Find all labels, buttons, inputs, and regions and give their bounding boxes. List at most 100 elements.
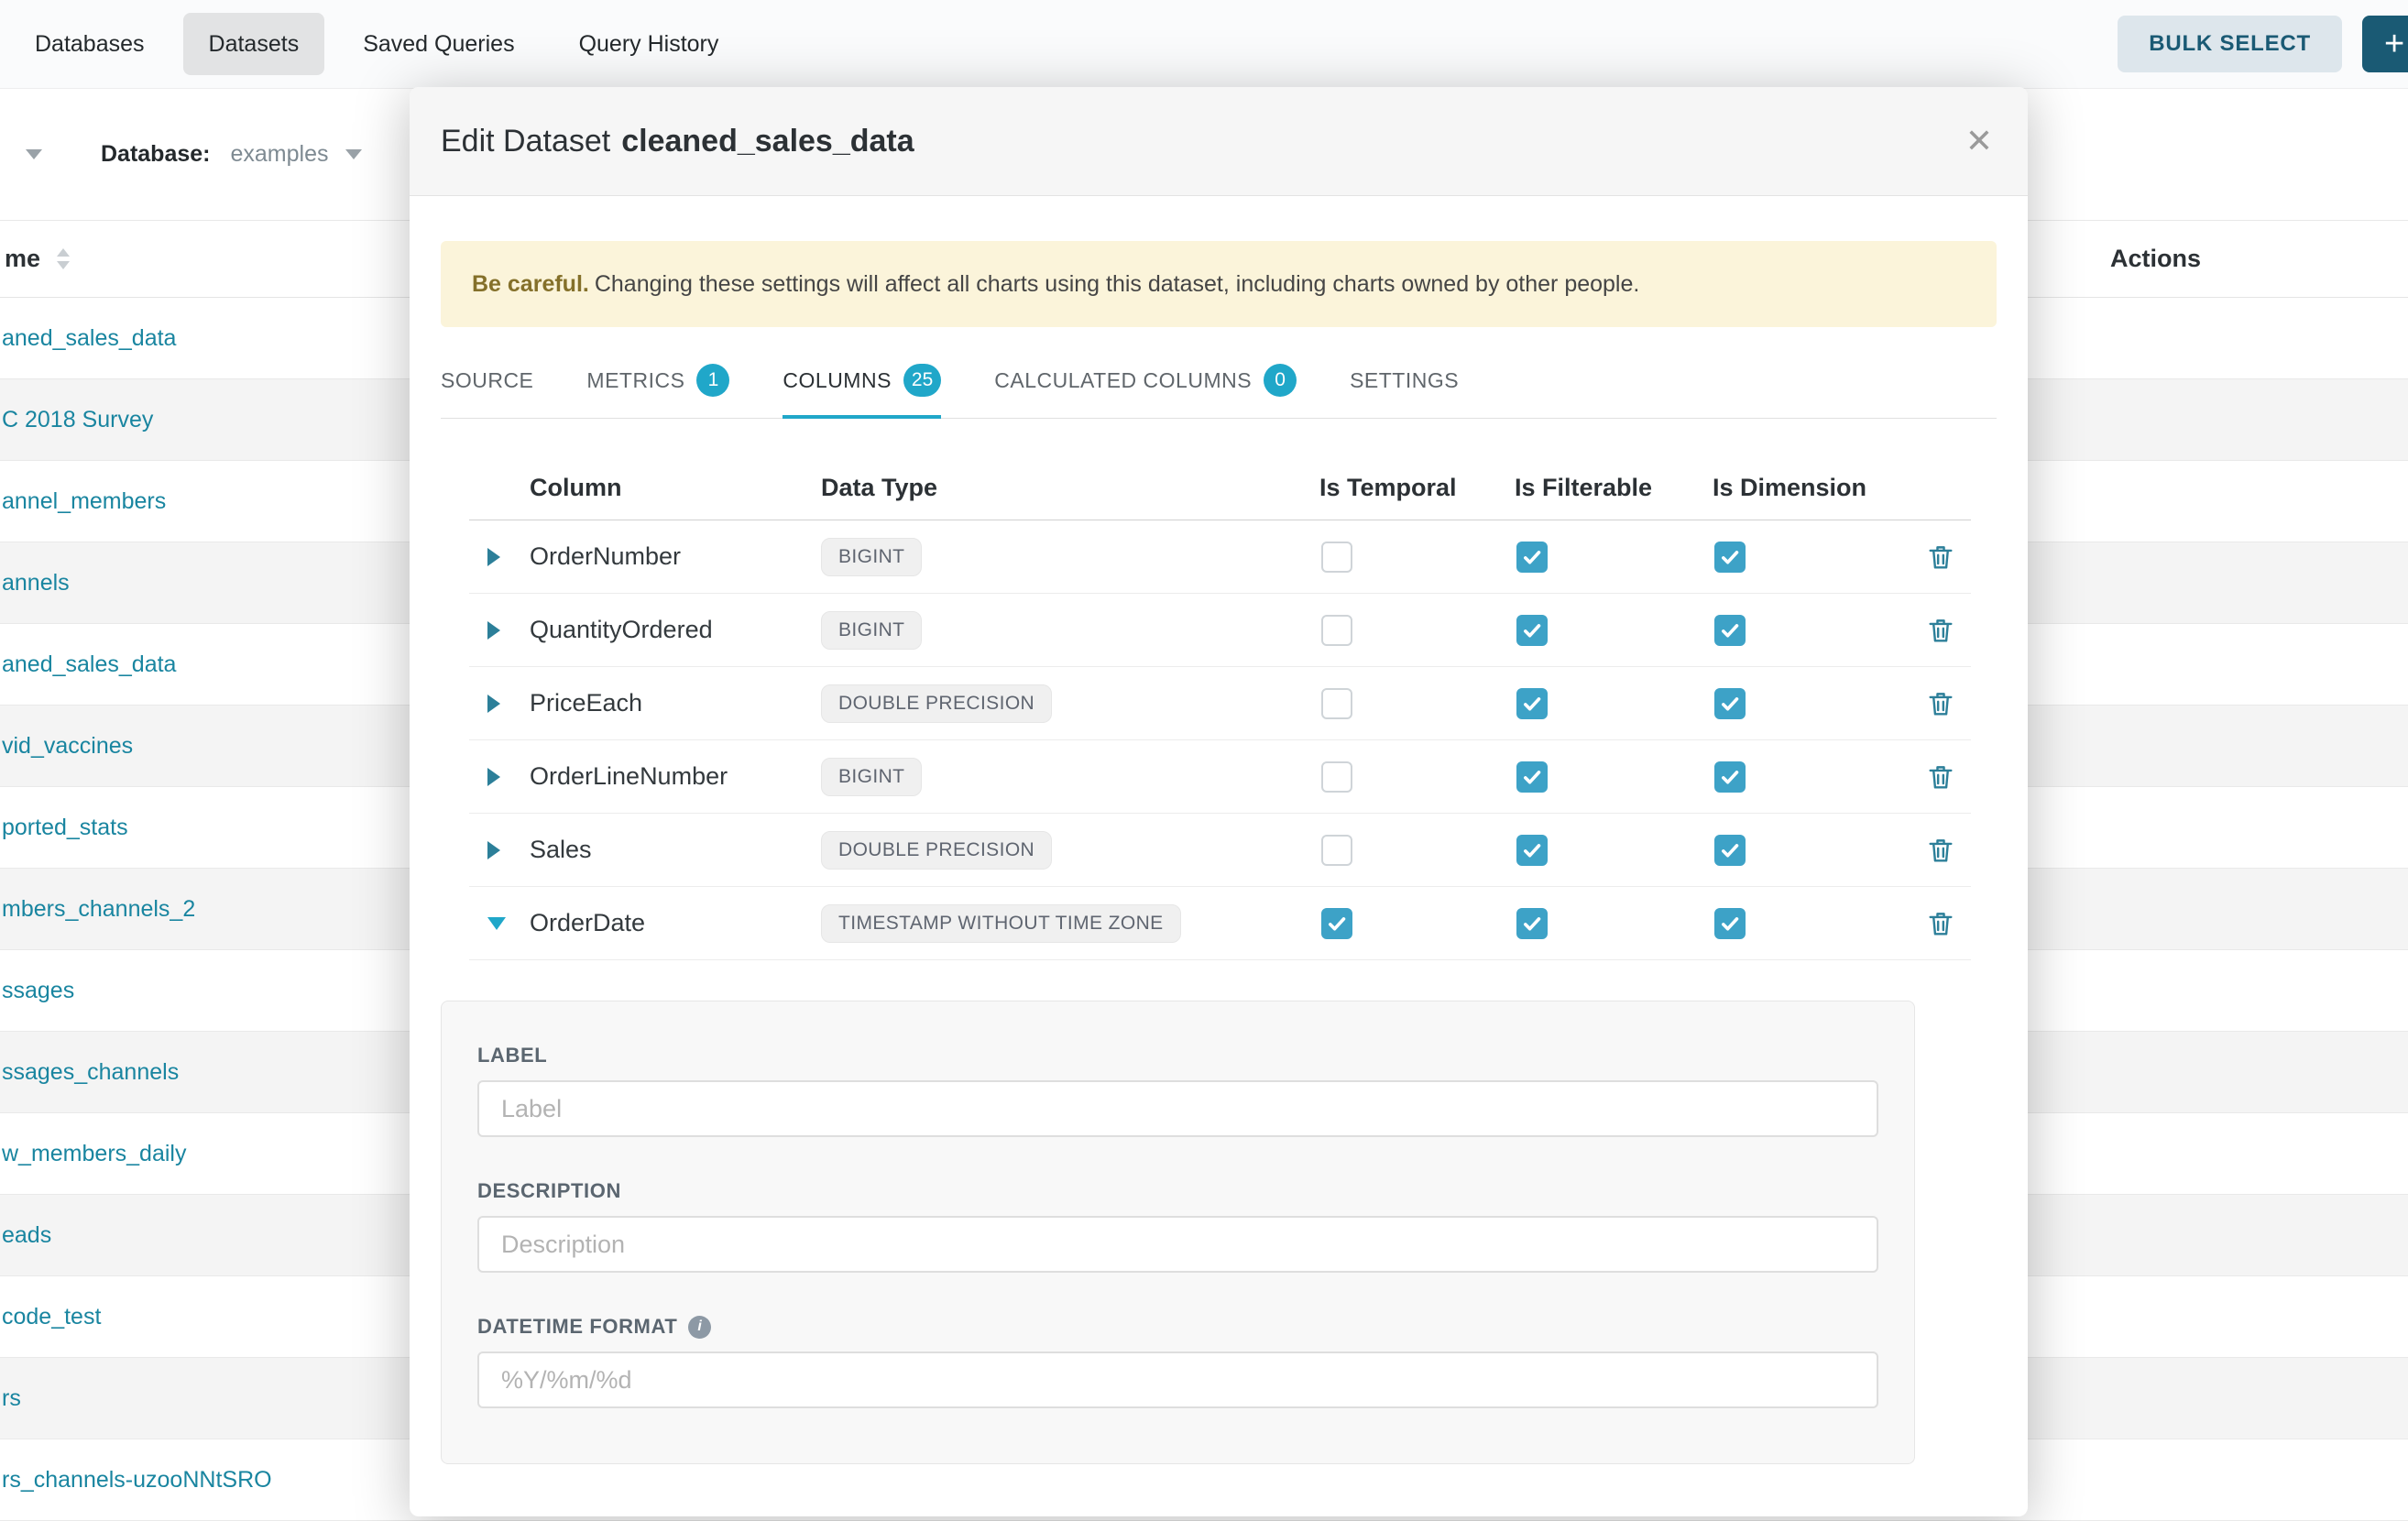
- delete-icon[interactable]: [1925, 835, 1956, 866]
- column-name: OrderDate: [530, 909, 821, 937]
- is-filterable-checkbox[interactable]: [1516, 542, 1548, 573]
- delete-icon[interactable]: [1925, 761, 1956, 793]
- add-dataset-button[interactable]: +: [2362, 16, 2408, 72]
- chevron-down-icon[interactable]: [345, 149, 362, 159]
- datetime-format-field-label: DATETIME FORMAT: [477, 1315, 1878, 1339]
- modal-title-prefix: Edit Dataset: [441, 124, 610, 159]
- is-dimension-checkbox[interactable]: [1714, 761, 1746, 793]
- is-filterable-checkbox[interactable]: [1516, 908, 1548, 939]
- plus-icon: +: [2384, 25, 2404, 64]
- is-dimension-checkbox[interactable]: [1714, 908, 1746, 939]
- is-temporal-checkbox[interactable]: [1321, 688, 1352, 719]
- columns-table-rows: OrderNumberBIGINTQuantityOrderedBIGINTPr…: [469, 520, 1971, 960]
- data-type-pill: BIGINT: [821, 611, 922, 650]
- info-icon[interactable]: [688, 1316, 711, 1339]
- columns-count-badge: 25: [903, 364, 941, 397]
- expand-caret-icon[interactable]: [487, 695, 500, 713]
- warning-banner: Be careful.Changing these settings will …: [441, 241, 1997, 327]
- dataset-link[interactable]: annel_members: [2, 488, 166, 515]
- dataset-link[interactable]: ported_stats: [2, 815, 128, 841]
- dataset-link[interactable]: eads: [2, 1222, 51, 1249]
- dataset-link[interactable]: ssages_channels: [2, 1059, 179, 1086]
- column-name: QuantityOrdered: [530, 616, 821, 644]
- column-row: SalesDOUBLE PRECISION: [469, 814, 1971, 887]
- delete-icon[interactable]: [1925, 615, 1956, 646]
- expand-caret-icon[interactable]: [487, 841, 500, 859]
- is-filterable-checkbox[interactable]: [1516, 761, 1548, 793]
- is-temporal-checkbox[interactable]: [1321, 542, 1352, 573]
- top-nav-actions: BULK SELECT +: [2118, 16, 2408, 72]
- dataset-link[interactable]: ssages: [2, 978, 74, 1004]
- dataset-link[interactable]: rs_channels-uzooNNtSRO: [2, 1467, 272, 1494]
- nav-item-query-history[interactable]: Query History: [553, 13, 745, 75]
- tab-columns-label: COLUMNS: [783, 368, 892, 393]
- calculated-columns-count-badge: 0: [1264, 364, 1297, 397]
- dataset-link[interactable]: code_test: [2, 1304, 101, 1330]
- sort-icon[interactable]: [57, 248, 70, 269]
- modal-body: Be careful.Changing these settings will …: [410, 241, 2028, 1464]
- is-filterable-checkbox[interactable]: [1516, 615, 1548, 646]
- tab-source[interactable]: SOURCE: [441, 364, 533, 419]
- dataset-link[interactable]: aned_sales_data: [2, 325, 176, 352]
- description-field: DESCRIPTION: [477, 1179, 1878, 1273]
- column-row: PriceEachDOUBLE PRECISION: [469, 667, 1971, 740]
- delete-icon[interactable]: [1925, 542, 1956, 573]
- column-name: OrderNumber: [530, 542, 821, 571]
- data-type-pill: TIMESTAMP WITHOUT TIME ZONE: [821, 904, 1181, 943]
- is-temporal-checkbox[interactable]: [1321, 615, 1352, 646]
- delete-icon[interactable]: [1925, 688, 1956, 719]
- header-is-filterable: Is Filterable: [1515, 474, 1713, 502]
- database-filter-value[interactable]: examples: [231, 141, 329, 168]
- expand-caret-icon[interactable]: [487, 621, 500, 640]
- data-type-pill: DOUBLE PRECISION: [821, 831, 1052, 870]
- expand-caret-icon[interactable]: [487, 548, 500, 566]
- is-temporal-checkbox[interactable]: [1321, 908, 1352, 939]
- modal-header: Edit Dataset cleaned_sales_data ✕: [410, 87, 2028, 196]
- tab-metrics[interactable]: METRICS 1: [586, 364, 729, 419]
- dataset-link[interactable]: C 2018 Survey: [2, 407, 153, 433]
- data-type-pill: BIGINT: [821, 538, 922, 576]
- nav-item-saved-queries[interactable]: Saved Queries: [337, 13, 540, 75]
- tab-source-label: SOURCE: [441, 368, 533, 393]
- tab-calculated-columns-label: CALCULATED COLUMNS: [994, 368, 1252, 393]
- datetime-format-input[interactable]: [477, 1351, 1878, 1408]
- nav-item-databases[interactable]: Databases: [9, 13, 170, 75]
- tab-calculated-columns[interactable]: CALCULATED COLUMNS 0: [994, 364, 1297, 419]
- header-data-type: Data Type: [821, 474, 1319, 502]
- label-input[interactable]: [477, 1080, 1878, 1137]
- modal-title-dataset-name: cleaned_sales_data: [621, 124, 914, 159]
- column-editor-panel: LABEL DESCRIPTION DATETIME FORMAT: [441, 1001, 1915, 1464]
- is-dimension-checkbox[interactable]: [1714, 688, 1746, 719]
- column-row: OrderLineNumberBIGINT: [469, 740, 1971, 814]
- dataset-link[interactable]: vid_vaccines: [2, 733, 133, 760]
- metrics-count-badge: 1: [696, 364, 729, 397]
- description-input[interactable]: [477, 1216, 1878, 1273]
- is-filterable-checkbox[interactable]: [1516, 688, 1548, 719]
- close-icon[interactable]: ✕: [1962, 121, 1997, 161]
- dataset-link[interactable]: annels: [2, 570, 70, 596]
- tab-settings-label: SETTINGS: [1350, 368, 1459, 393]
- is-dimension-checkbox[interactable]: [1714, 542, 1746, 573]
- delete-icon[interactable]: [1925, 908, 1956, 939]
- collapse-caret-icon[interactable]: [487, 917, 506, 930]
- warning-banner-bold: Be careful.: [472, 271, 589, 297]
- dataset-link[interactable]: w_members_daily: [2, 1141, 186, 1167]
- expand-caret-icon[interactable]: [487, 768, 500, 786]
- column-name: OrderLineNumber: [530, 762, 821, 791]
- is-temporal-checkbox[interactable]: [1321, 761, 1352, 793]
- dataset-link[interactable]: mbers_channels_2: [2, 896, 195, 923]
- bulk-select-button[interactable]: BULK SELECT: [2118, 16, 2342, 72]
- is-filterable-checkbox[interactable]: [1516, 835, 1548, 866]
- dataset-link[interactable]: aned_sales_data: [2, 651, 176, 678]
- is-temporal-checkbox[interactable]: [1321, 835, 1352, 866]
- nav-item-datasets[interactable]: Datasets: [183, 13, 325, 75]
- tab-columns[interactable]: COLUMNS 25: [783, 364, 941, 419]
- chevron-down-icon[interactable]: [26, 149, 42, 159]
- warning-banner-text: Changing these settings will affect all …: [595, 271, 1640, 297]
- dataset-link[interactable]: rs: [2, 1385, 21, 1412]
- is-dimension-checkbox[interactable]: [1714, 615, 1746, 646]
- columns-table: Column Data Type Is Temporal Is Filterab…: [469, 455, 1971, 960]
- tab-settings[interactable]: SETTINGS: [1350, 364, 1459, 419]
- is-dimension-checkbox[interactable]: [1714, 835, 1746, 866]
- primary-nav: DatabasesDatasetsSaved QueriesQuery Hist…: [0, 0, 757, 88]
